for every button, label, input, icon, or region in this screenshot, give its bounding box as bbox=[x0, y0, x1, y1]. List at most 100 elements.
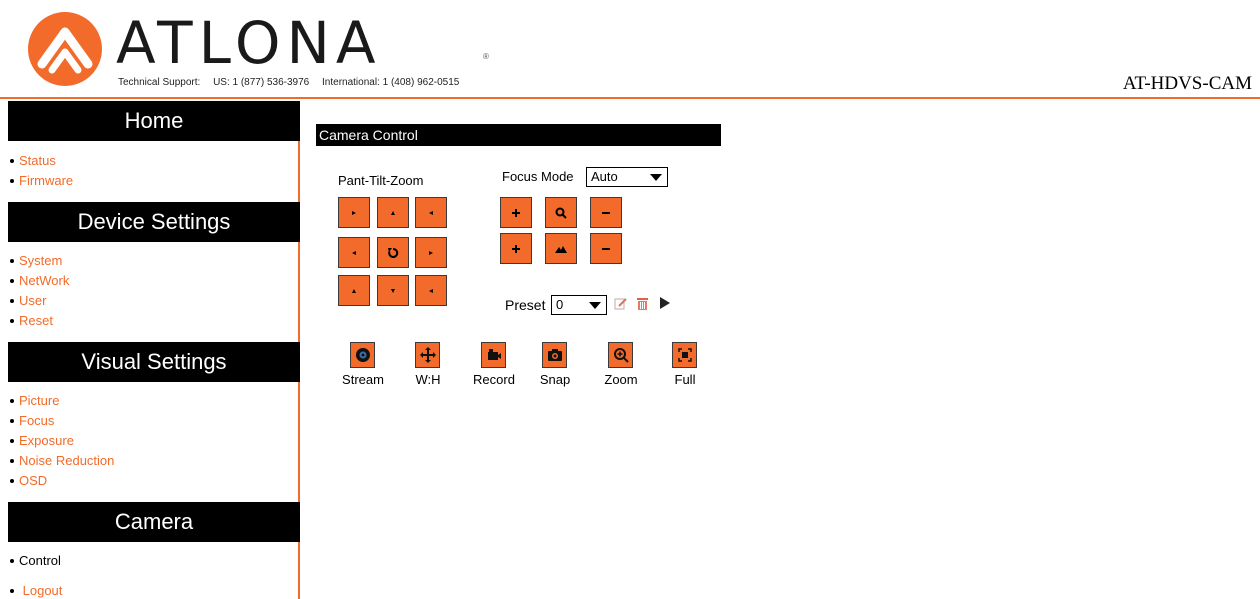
focus-far-button[interactable] bbox=[590, 233, 622, 264]
support-info: Technical Support: US: 1 (877) 536-3976 … bbox=[118, 77, 469, 88]
link-status[interactable]: Status bbox=[19, 153, 56, 168]
bullet-icon bbox=[10, 458, 14, 463]
sidebar-item-noise-reduction[interactable]: Noise Reduction bbox=[8, 451, 298, 471]
pan-down-right-button[interactable] bbox=[415, 275, 447, 306]
sidebar-item-exposure[interactable]: Exposure bbox=[8, 431, 298, 451]
reset-icon bbox=[388, 247, 399, 258]
logo-wordmark: ATLONA bbox=[116, 9, 382, 77]
sidebar-item-control[interactable]: Control bbox=[8, 551, 298, 571]
mountain-icon bbox=[555, 245, 567, 253]
sidebar-item-system[interactable]: System bbox=[8, 251, 298, 271]
fullscreen-icon bbox=[677, 348, 692, 362]
snap-button[interactable] bbox=[542, 342, 567, 368]
preset-edit-icon[interactable] bbox=[614, 297, 628, 311]
arrow-up-right-icon bbox=[429, 210, 433, 215]
bullet-icon bbox=[10, 398, 14, 403]
zoom-in-icon bbox=[613, 348, 629, 363]
pan-left-button[interactable] bbox=[338, 237, 370, 268]
preset-delete-icon[interactable] bbox=[636, 296, 649, 311]
pan-down-left-button[interactable] bbox=[338, 275, 370, 306]
minus-icon bbox=[602, 211, 610, 214]
support-intl-phone: International: 1 (408) 962-0515 bbox=[322, 77, 460, 88]
link-osd[interactable]: OSD bbox=[19, 473, 47, 488]
bullet-icon bbox=[10, 258, 14, 263]
link-focus[interactable]: Focus bbox=[19, 413, 54, 428]
focus-search-button[interactable] bbox=[545, 197, 577, 228]
chevron-down-icon bbox=[589, 302, 601, 309]
sidebar-item-status[interactable]: Status bbox=[8, 151, 298, 171]
sidebar-item-user[interactable]: User bbox=[8, 291, 298, 311]
zoom-out-button[interactable] bbox=[590, 197, 622, 228]
link-exposure[interactable]: Exposure bbox=[19, 433, 74, 448]
bullet-icon bbox=[10, 438, 14, 443]
link-control[interactable]: Control bbox=[19, 553, 61, 568]
atlona-logo-icon bbox=[28, 12, 102, 86]
minus-icon bbox=[602, 247, 610, 250]
support-label: Technical Support: bbox=[118, 77, 201, 88]
snap-label: Snap bbox=[539, 372, 571, 387]
sidebar-item-network[interactable]: NetWork bbox=[8, 271, 298, 291]
tilt-up-button[interactable] bbox=[377, 197, 409, 228]
sidebar-item-reset[interactable]: Reset bbox=[8, 311, 298, 331]
link-system[interactable]: System bbox=[19, 253, 62, 268]
focus-near-button[interactable] bbox=[500, 233, 532, 264]
magnifier-icon bbox=[555, 207, 567, 219]
focus-mode-label: Focus Mode bbox=[502, 169, 574, 184]
section-header-visual-settings: Visual Settings bbox=[8, 342, 300, 382]
aspect-ratio-label: W:H bbox=[415, 372, 441, 387]
preset-label: Preset bbox=[505, 297, 546, 313]
arrow-down-right-icon bbox=[429, 288, 433, 293]
plus-icon bbox=[512, 244, 520, 253]
panel-title: Camera Control bbox=[316, 124, 721, 146]
record-label: Record bbox=[473, 372, 515, 387]
bullet-icon bbox=[10, 478, 14, 483]
tilt-down-button[interactable] bbox=[377, 275, 409, 306]
stream-button[interactable] bbox=[350, 342, 375, 368]
link-firmware[interactable]: Firmware bbox=[19, 173, 73, 188]
zoom-button[interactable] bbox=[608, 342, 633, 368]
stream-icon bbox=[355, 348, 370, 362]
ptz-home-button[interactable] bbox=[377, 237, 409, 268]
record-button[interactable] bbox=[481, 342, 506, 368]
bullet-icon bbox=[10, 318, 14, 323]
camera-icon bbox=[547, 349, 562, 361]
sidebar-item-picture[interactable]: Picture bbox=[8, 391, 298, 411]
header: ATLONA ® Technical Support: US: 1 (877) … bbox=[0, 0, 1260, 99]
preset-play-icon[interactable] bbox=[659, 296, 671, 310]
focus-mode-select[interactable]: Auto bbox=[586, 167, 668, 187]
chevron-down-icon bbox=[650, 174, 662, 181]
link-reset[interactable]: Reset bbox=[19, 313, 53, 328]
link-network[interactable]: NetWork bbox=[19, 273, 69, 288]
aspect-ratio-button[interactable] bbox=[415, 342, 440, 368]
plus-icon bbox=[512, 208, 520, 217]
arrow-up-left-icon bbox=[352, 210, 356, 215]
arrow-right-icon bbox=[429, 250, 433, 255]
sidebar-item-logout[interactable]: Logout bbox=[8, 581, 298, 599]
link-logout[interactable]: Logout bbox=[23, 583, 63, 598]
zoom-in-button[interactable] bbox=[500, 197, 532, 228]
fullscreen-button[interactable] bbox=[672, 342, 697, 368]
nav-list-device-settings: System NetWork User Reset bbox=[8, 242, 298, 342]
arrow-up-icon bbox=[391, 210, 395, 215]
video-camera-icon bbox=[487, 349, 501, 360]
bullet-icon bbox=[10, 158, 14, 163]
pan-up-left-button[interactable] bbox=[338, 197, 370, 228]
arrow-left-icon bbox=[352, 250, 356, 255]
focus-landscape-button[interactable] bbox=[545, 233, 577, 264]
sidebar-item-firmware[interactable]: Firmware bbox=[8, 171, 298, 191]
bullet-icon bbox=[10, 418, 14, 423]
nav-list-camera: Control Logout bbox=[8, 542, 298, 599]
sidebar-item-focus[interactable]: Focus bbox=[8, 411, 298, 431]
nav-list-visual-settings: Picture Focus Exposure Noise Reduction O… bbox=[8, 382, 298, 502]
link-user[interactable]: User bbox=[19, 293, 46, 308]
link-picture[interactable]: Picture bbox=[19, 393, 59, 408]
pan-right-button[interactable] bbox=[415, 237, 447, 268]
bullet-icon bbox=[10, 558, 14, 563]
bullet-icon bbox=[10, 178, 14, 183]
pan-up-right-button[interactable] bbox=[415, 197, 447, 228]
device-model: AT-HDVS-CAM bbox=[1122, 73, 1252, 94]
stream-label: Stream bbox=[342, 372, 384, 387]
link-noise-reduction[interactable]: Noise Reduction bbox=[19, 453, 114, 468]
sidebar-item-osd[interactable]: OSD bbox=[8, 471, 298, 491]
preset-select[interactable]: 0 bbox=[551, 295, 607, 315]
